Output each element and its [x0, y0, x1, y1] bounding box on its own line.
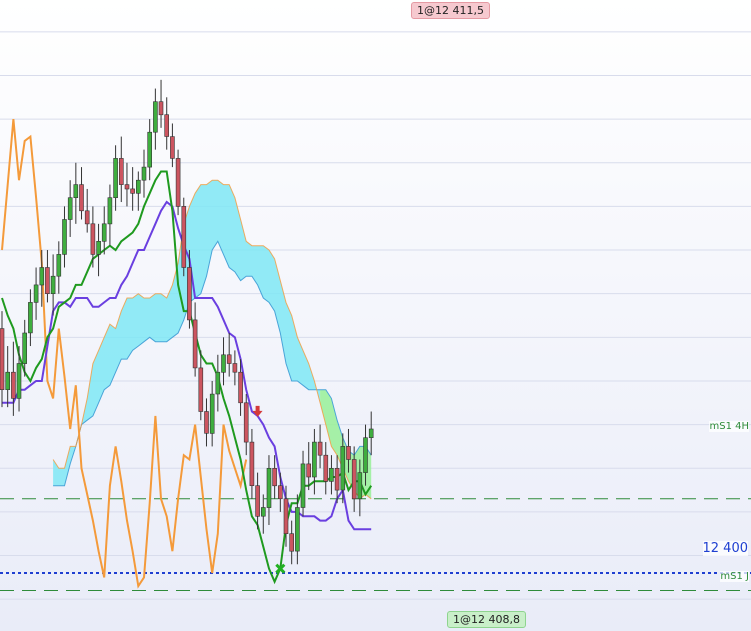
candle-bear	[289, 533, 295, 552]
candle-bear	[238, 371, 243, 404]
candle-bear	[90, 223, 96, 255]
candle-bear	[45, 267, 50, 295]
candle-bear	[124, 184, 130, 190]
candle-bear	[130, 188, 135, 194]
candle-bull	[368, 428, 374, 438]
candle-bull	[209, 393, 215, 434]
plot-background	[0, 0, 751, 631]
candle-bear	[158, 101, 164, 116]
candle-bull	[113, 158, 118, 198]
candle-bull	[39, 267, 45, 286]
candle-bear	[346, 446, 351, 460]
candle-bear	[334, 467, 340, 491]
candle-bull	[28, 302, 33, 334]
candle-bear	[272, 467, 277, 487]
candle-bear	[249, 441, 255, 487]
candle-bear	[164, 114, 169, 137]
candle-bear	[198, 367, 204, 412]
candle-bull	[101, 223, 107, 242]
level-ms1-4h-label: mS1 4H	[709, 421, 749, 432]
level-ms1-j-label: mS1 J	[720, 571, 749, 582]
candle-bull	[107, 197, 113, 225]
candle-bull	[56, 254, 62, 277]
candle-bull	[50, 275, 56, 295]
level-12400-label: 12 400	[702, 541, 748, 556]
candle-bull	[266, 467, 272, 508]
candle-bull	[340, 446, 346, 491]
candle-bear	[277, 485, 283, 500]
candle-bull	[329, 467, 334, 482]
chart-container: 1@12 411,5 1@12 408,8 12 400 mS1 4H mS1 …	[0, 0, 751, 631]
candle-bull	[73, 184, 79, 199]
high-price-badge: 1@12 411,5	[411, 2, 490, 19]
candle-bear	[243, 402, 249, 443]
candle-bear	[232, 363, 238, 373]
candle-bull	[16, 363, 22, 399]
candle-bull	[357, 472, 363, 500]
candle-bull	[363, 437, 368, 473]
candle-bear	[119, 158, 124, 185]
candle-bear	[0, 328, 5, 391]
candle-bear	[79, 184, 84, 212]
candle-bear	[204, 411, 209, 434]
candle-bear	[170, 136, 175, 159]
low-price-badge: 1@12 408,8	[447, 611, 526, 628]
candle-bear	[317, 441, 323, 456]
candle-bull	[33, 284, 39, 303]
candle-bear	[323, 454, 329, 482]
candle-bear	[226, 354, 232, 364]
ichimoku-candlestick-chart[interactable]	[0, 0, 751, 631]
candle-bear	[192, 319, 198, 369]
candle-bull	[312, 441, 317, 478]
candle-bull	[5, 371, 10, 391]
candle-bull	[295, 507, 300, 552]
candle-bear	[255, 485, 260, 517]
candle-bull	[136, 179, 141, 194]
candle-bull	[62, 219, 67, 255]
candle-bear	[306, 463, 312, 478]
candle-bull	[141, 166, 147, 181]
candle-bull	[22, 332, 28, 364]
candle-bull	[221, 354, 226, 373]
candle-bull	[300, 463, 306, 508]
candle-bull	[153, 101, 158, 133]
candle-bull	[147, 131, 152, 168]
candle-bear	[11, 371, 16, 399]
candle-bear	[181, 206, 187, 268]
candle-bear	[351, 459, 357, 500]
candle-bear	[84, 210, 90, 225]
candle-bear	[187, 267, 192, 321]
candle-bull	[96, 241, 101, 255]
candle-bear	[175, 158, 181, 207]
candle-bull	[215, 371, 221, 395]
candle-bull	[260, 507, 266, 517]
candle-bull	[67, 197, 73, 220]
candle-bear	[283, 498, 289, 534]
